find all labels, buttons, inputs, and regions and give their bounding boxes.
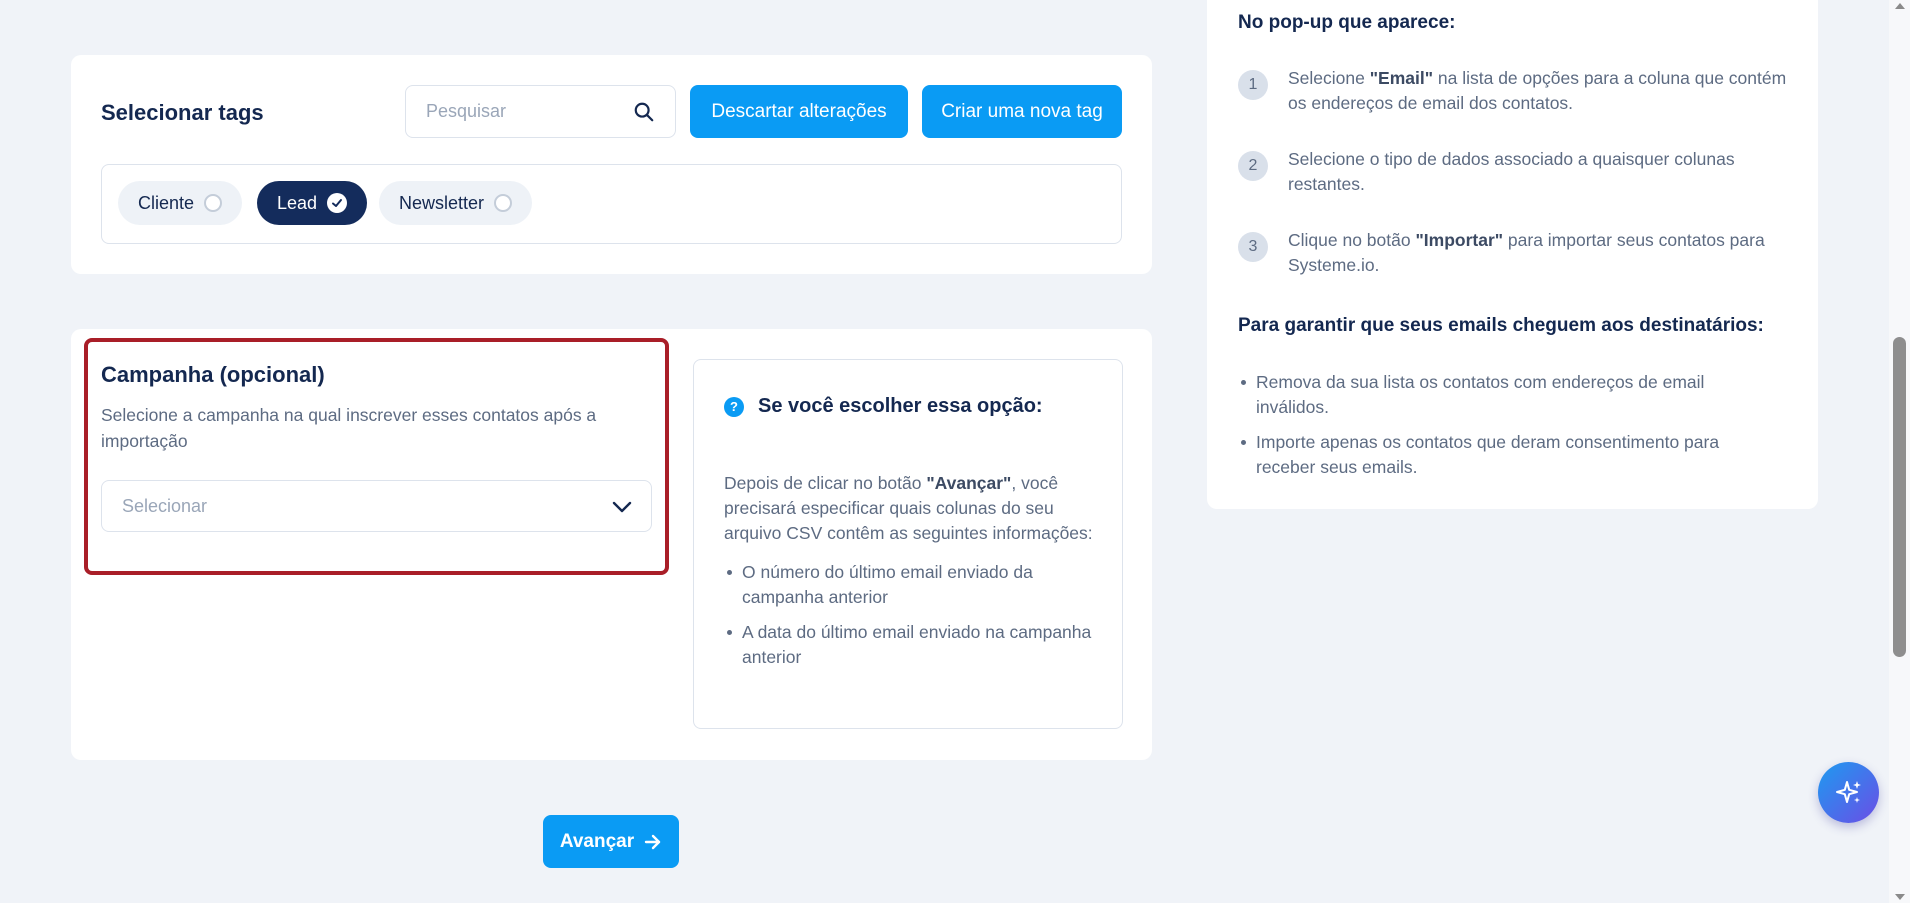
info-text-bold: "Avançar"	[926, 473, 1012, 493]
check-icon	[327, 193, 348, 213]
step-text: Selecione "Email" na lista de opções par…	[1288, 68, 1787, 113]
create-new-tag-button[interactable]: Criar uma nova tag	[922, 85, 1122, 138]
radio-icon	[204, 194, 223, 212]
campaign-title: Campanha (opcional)	[101, 362, 325, 387]
question-icon: ?	[724, 396, 744, 417]
campaign-card: Campanha (opcional) Selecione a campanha…	[71, 329, 1152, 760]
step-number: 1	[1238, 70, 1268, 100]
chevron-down-icon	[612, 501, 632, 513]
radio-icon	[494, 194, 513, 212]
scrollbar-thumb[interactable]	[1893, 337, 1906, 657]
discard-changes-button[interactable]: Descartar alterações	[690, 85, 908, 138]
step-text: Selecione o tipo de dados associado a qu…	[1288, 149, 1735, 194]
list-item: A data do último email enviado na campan…	[724, 620, 1099, 670]
step-item: 2 Selecione o tipo de dados associado a …	[1238, 147, 1798, 197]
campaign-select-value: Selecionar	[122, 496, 208, 516]
info-box: ? Se você escolher essa opção: Depois de…	[693, 359, 1123, 729]
search-icon[interactable]	[633, 101, 655, 123]
step-item: 3 Clique no botão "Importar" para import…	[1238, 228, 1798, 278]
scrollbar[interactable]	[1889, 0, 1910, 903]
help-panel: No pop-up que aparece: 1 Selecione "Emai…	[1207, 0, 1818, 509]
list-item: Importe apenas os contatos que deram con…	[1238, 430, 1778, 480]
list-item: Remova da sua lista os contatos com ende…	[1238, 370, 1778, 420]
ai-assistant-button[interactable]	[1818, 762, 1879, 823]
scroll-up-arrow-icon[interactable]	[1895, 3, 1905, 9]
info-paragraph: Depois de clicar no botão "Avançar", voc…	[724, 471, 1099, 546]
tags-card: Selecionar tags Descartar alterações Cri…	[71, 55, 1152, 274]
guarantee-list: Remova da sua lista os contatos com ende…	[1238, 370, 1778, 490]
tag-label: Cliente	[138, 192, 195, 213]
tag-lead[interactable]: Lead	[257, 181, 368, 225]
step-text: Clique no botão "Importar" para importar…	[1288, 230, 1765, 275]
tag-cliente[interactable]: Cliente	[118, 181, 243, 225]
info-title: Se você escolher essa opção:	[758, 395, 1043, 417]
tags-list: Cliente Lead Newsletter	[101, 164, 1122, 244]
popup-title: No pop-up que aparece:	[1238, 12, 1456, 33]
arrow-right-icon	[644, 834, 661, 849]
guarantee-title: Para garantir que seus emails cheguem ao…	[1238, 315, 1764, 336]
step-item: 1 Selecione "Email" na lista de opções p…	[1238, 66, 1798, 116]
tag-newsletter[interactable]: Newsletter	[379, 181, 533, 225]
search-box[interactable]	[405, 85, 676, 138]
campaign-select[interactable]: Selecionar	[101, 480, 652, 532]
list-item: O número do último email enviado da camp…	[724, 560, 1099, 610]
tag-label: Newsletter	[399, 192, 485, 213]
campaign-description: Selecione a campanha na qual inscrever e…	[101, 405, 597, 451]
next-button-label: Avançar	[559, 830, 635, 852]
tags-title: Selecionar tags	[101, 100, 264, 125]
info-title-row: ? Se você escolher essa opção:	[724, 395, 1043, 418]
step-number: 3	[1238, 232, 1268, 262]
next-button[interactable]: Avançar	[543, 815, 679, 868]
sparkle-icon	[1835, 780, 1861, 803]
search-input[interactable]	[426, 86, 626, 137]
step-number: 2	[1238, 151, 1268, 181]
scroll-down-arrow-icon[interactable]	[1895, 894, 1905, 900]
info-body: Depois de clicar no botão "Avançar", voc…	[724, 471, 1099, 680]
info-text: Depois de clicar no botão	[724, 473, 927, 493]
tag-label: Lead	[277, 192, 318, 213]
info-bullets: O número do último email enviado da camp…	[724, 560, 1099, 670]
